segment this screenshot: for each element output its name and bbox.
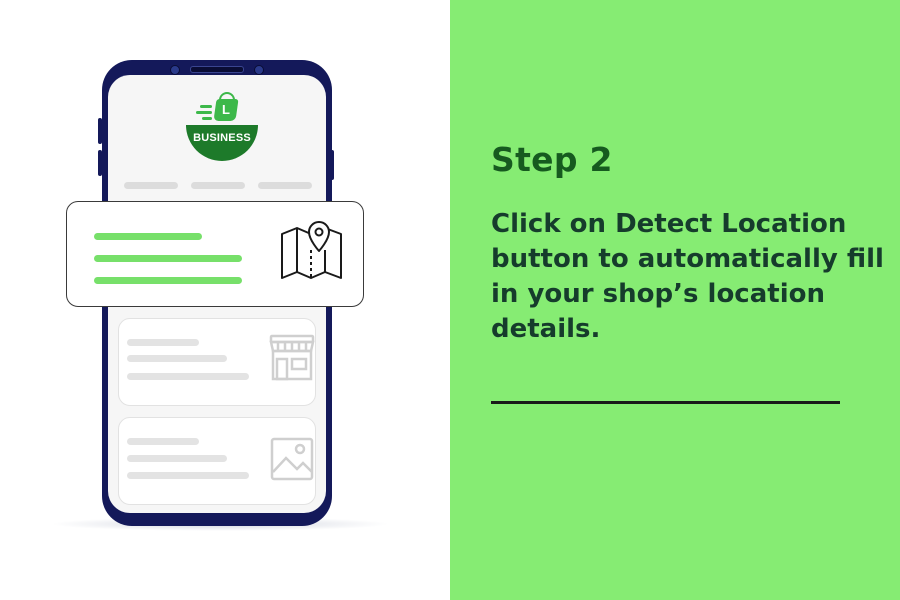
text-placeholder [94, 233, 202, 240]
logo-badge-text: BUSINESS [193, 132, 251, 144]
text-placeholder [94, 255, 242, 262]
step-title: Step 2 [491, 140, 613, 179]
text-placeholder [94, 277, 242, 284]
bag-letter: L [222, 102, 230, 117]
text-placeholder [127, 373, 249, 380]
text-placeholder [127, 472, 249, 479]
business-logo: L BUSINESS [186, 92, 258, 161]
text-placeholder [127, 339, 199, 346]
text-placeholder [127, 355, 227, 362]
speed-line [202, 117, 212, 120]
image-icon [270, 437, 314, 481]
store-card [118, 318, 316, 406]
front-sensor [254, 65, 264, 75]
front-camera [170, 65, 180, 75]
map-pin-icon [281, 221, 342, 279]
phone-speaker [190, 66, 244, 73]
speed-line [200, 105, 212, 108]
text-placeholder [127, 438, 199, 445]
tab-placeholder [258, 182, 312, 189]
text-placeholder [127, 455, 227, 462]
gallery-card [118, 417, 316, 505]
info-panel: Step 2 Click on Detect Location button t… [450, 0, 900, 600]
location-card [66, 201, 364, 307]
storefront-icon [269, 334, 315, 381]
divider-line [491, 401, 840, 404]
speed-line [196, 111, 212, 114]
tab-placeholder [191, 182, 245, 189]
tab-placeholder [124, 182, 178, 189]
illustration-panel: L BUSINESS [0, 0, 450, 600]
step-description: Click on Detect Location button to autom… [491, 209, 884, 344]
